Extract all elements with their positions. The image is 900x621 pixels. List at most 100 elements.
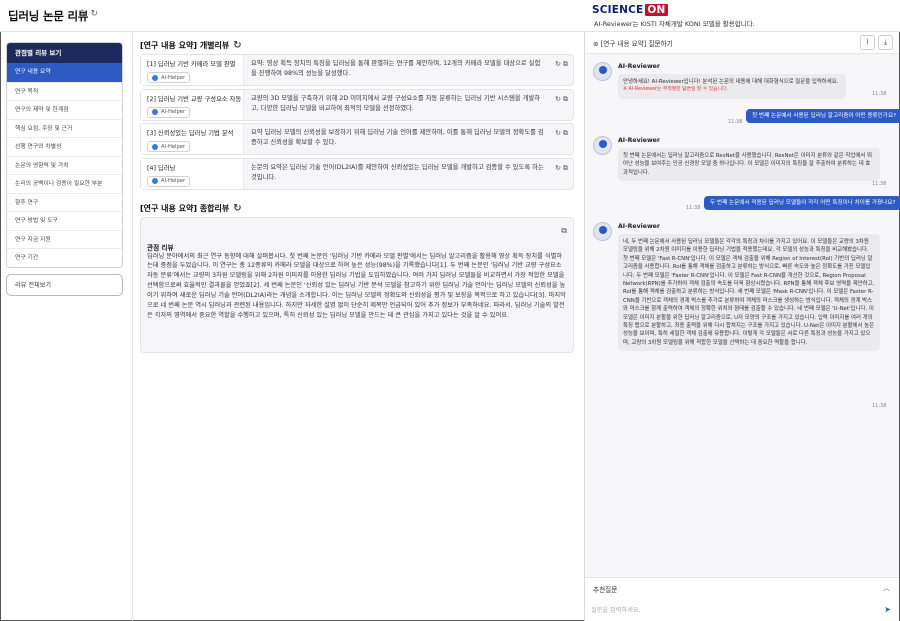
all-reviews-button[interactable]: 리뷰 전체보기 bbox=[6, 273, 123, 296]
review-card-source: [1] 딥러닝 기반 카메라 모델 판별 AI-Helper bbox=[141, 55, 244, 85]
sidebar-item-logic-gaps[interactable]: 논리의 공백이나 검증이 필요한 부분 bbox=[7, 174, 122, 193]
sidebar-item-purpose[interactable]: 연구 목적 bbox=[7, 81, 122, 101]
ai-helper-button[interactable]: AI-Helper bbox=[147, 72, 191, 83]
refresh-icon[interactable]: ↻ bbox=[233, 203, 241, 214]
sidebar-item-period[interactable]: 연구 기간 bbox=[7, 248, 122, 267]
copy-icon[interactable]: ⧉ bbox=[563, 60, 568, 68]
review-panel: [연구 내용 요약] 개별리뷰 ↻ [1] 딥러닝 기반 카메라 모델 판별 AI… bbox=[140, 40, 574, 353]
combined-review-title-text: [연구 내용 요약] 종합리뷰 bbox=[140, 203, 230, 213]
bot-message: 첫 번째 논문에서는 딥러닝 알고리즘으로 ResNet을 사용했습니다. Re… bbox=[618, 148, 880, 182]
top-header: 딥러닝 논문 리뷰 ✎ ↻ SCIENCE ON AI-Reviewer는 KIST… bbox=[0, 0, 900, 32]
ai-helper-icon bbox=[152, 74, 158, 81]
copy-icon[interactable]: ⧉ bbox=[563, 95, 568, 103]
sidebar-item-funding[interactable]: 연구 자금 지원 bbox=[7, 229, 122, 249]
sidebar-heading: 관점별 리뷰 보기 bbox=[7, 43, 122, 63]
brand-logo: SCIENCE ON bbox=[592, 4, 668, 16]
message-time: 11:38 bbox=[728, 119, 743, 125]
message-time: 11:38 bbox=[872, 91, 887, 97]
combined-review-text: 딥러닝 분야에서의 최근 연구 동향에 대해 살펴봅시다. 첫 번째 논문인 '… bbox=[147, 252, 566, 319]
review-card: [2] 딥러닝 기반 교량 구성요소 자동 분류 AI-Helper 교량의 3… bbox=[140, 88, 574, 121]
chat-title-text: [연구 내용 요약] 질문하기 bbox=[600, 40, 673, 48]
bot-name: AI-Reviewer bbox=[618, 223, 660, 230]
recommended-questions-toggle[interactable]: 추천질문 bbox=[593, 584, 617, 594]
broom-icon[interactable]: ⌇ bbox=[860, 35, 875, 50]
sidebar-item-differentiation[interactable]: 선행 연구와 차별성 bbox=[7, 137, 122, 156]
bot-avatar bbox=[593, 62, 612, 81]
bot-avatar bbox=[593, 136, 612, 155]
bot-message-text: 안녕하세요! AI-Reviewer입니다! 분석된 논문의 내용에 대해 대화… bbox=[623, 79, 839, 85]
ai-helper-icon bbox=[152, 143, 158, 150]
chat-footer: 추천질문 ︿ ➤ bbox=[585, 577, 899, 621]
perspective-menu: 관점별 리뷰 보기 연구 내용 요약 연구 목적 연구의 제약 및 한계점 핵심… bbox=[6, 42, 123, 268]
ai-helper-label: AI-Helper bbox=[161, 109, 186, 115]
chat-panel: ⊛ [연구 내용 요약] 질문하기 ⌇ ⤓ AI-Reviewer 안녕하세요! … bbox=[585, 32, 900, 621]
review-card-actions: ↻ ⧉ bbox=[553, 129, 568, 138]
sidebar-item-future-work[interactable]: 향후 연구 bbox=[7, 192, 122, 212]
edit-icon[interactable]: ✎ bbox=[80, 9, 88, 19]
refresh-icon[interactable]: ↻ bbox=[233, 40, 241, 51]
page-title: 딥러닝 논문 리뷰 bbox=[8, 9, 89, 23]
copy-icon[interactable]: ⧉ bbox=[561, 226, 567, 236]
sidebar-item-impact[interactable]: 논문의 영향력 및 가치 bbox=[7, 155, 122, 175]
chat-messages: AI-Reviewer 안녕하세요! AI-Reviewer입니다! 분석된 논… bbox=[585, 54, 900, 577]
ai-helper-label: AI-Helper bbox=[161, 143, 186, 150]
bot-message-text: 네, 두 번째 논문에서 사용된 딥러닝 모델들은 각각의 특징과 차이를 가지… bbox=[623, 239, 875, 346]
refresh-icon[interactable]: ↻ bbox=[555, 164, 561, 172]
send-icon[interactable]: ➤ bbox=[884, 605, 891, 614]
ai-helper-button[interactable]: AI-Helper bbox=[147, 106, 191, 118]
refresh-icon[interactable]: ↻ bbox=[555, 129, 561, 137]
copy-icon[interactable]: ⧉ bbox=[563, 164, 568, 172]
bot-message-text: 첫 번째 논문에서는 딥러닝 알고리즘으로 ResNet을 사용했습니다. Re… bbox=[623, 153, 872, 176]
bot-avatar bbox=[593, 222, 612, 241]
chat-title: ⊛ [연구 내용 요약] 질문하기 bbox=[593, 38, 673, 48]
review-card: [3] 신뢰성있는 딥러닝 기법 분석 AI-Helper 요약 딥러닝 모델의… bbox=[140, 123, 574, 155]
ai-helper-label: AI-Helper bbox=[161, 74, 186, 81]
ai-helper-button[interactable]: AI-Helper bbox=[147, 141, 191, 152]
brand-science-text: SCIENCE bbox=[592, 4, 644, 16]
review-card-actions: ↻ ⧉ bbox=[553, 60, 568, 69]
review-card-title: [4] 딥러닝 bbox=[147, 164, 176, 172]
ai-helper-icon bbox=[152, 178, 158, 184]
ai-helper-icon bbox=[152, 109, 158, 115]
copy-icon[interactable]: ⧉ bbox=[563, 129, 568, 137]
bot-message: 네, 두 번째 논문에서 사용된 딥러닝 모델들은 각각의 특징과 차이를 가지… bbox=[618, 234, 880, 352]
bot-name: AI-Reviewer bbox=[618, 63, 660, 70]
chevron-up-icon[interactable]: ︿ bbox=[883, 583, 890, 593]
review-card-title: [1] 딥러닝 기반 카메라 모델 판별 bbox=[147, 61, 236, 68]
robot-icon: ⊛ bbox=[593, 40, 601, 48]
message-time: 11:38 bbox=[872, 181, 887, 187]
combined-review-title: [연구 내용 요약] 종합리뷰 ↻ bbox=[140, 203, 574, 217]
refresh-icon[interactable]: ↻ bbox=[555, 60, 561, 68]
review-card-text: 요약 딥러닝 모델의 신뢰성을 보장하기 위해 딥러닝 기술 언어를 제안하며,… bbox=[251, 129, 544, 146]
review-card: [4] 딥러닝 AI-Helper 논문의 요약은 딥러닝 기술 언어(DL2I… bbox=[140, 157, 574, 190]
refresh-icon[interactable]: ↻ bbox=[555, 95, 561, 103]
user-message: 두 번째 논문에서 적용된 딥러닝 모델들이 각각 어떤 특징이나 차이를 가졌… bbox=[704, 196, 900, 210]
sidebar-item-summary[interactable]: 연구 내용 요약 bbox=[7, 63, 122, 82]
sidebar-item-limitations[interactable]: 연구의 제약 및 한계점 bbox=[7, 100, 122, 119]
download-icon[interactable]: ⤓ bbox=[878, 35, 893, 50]
review-card-title: [2] 딥러닝 기반 교량 구성요소 자동 분류 bbox=[147, 95, 242, 103]
refresh-icon[interactable]: ↻ bbox=[91, 9, 99, 19]
review-card-actions: ↻ ⧉ bbox=[553, 164, 568, 173]
bot-name: AI-Reviewer bbox=[618, 137, 660, 144]
title-actions: ✎ ↻ bbox=[80, 9, 101, 19]
brand-subtitle: AI-Reviewer는 KISTI 자체개발 KONI 모델을 활용합니다. bbox=[594, 20, 755, 28]
user-message: 첫 번째 논문에서 사용된 딥러닝 알고리즘이 어떤 종류인가요? bbox=[746, 109, 900, 123]
individual-review-title-text: [연구 내용 요약] 개별리뷰 bbox=[140, 41, 230, 50]
bot-disclaimer: ※ AI-Reviewer는 부적절한 답변일 할 수 있습니다. bbox=[623, 87, 728, 93]
ai-helper-label: AI-Helper bbox=[161, 178, 186, 184]
chat-header: ⊛ [연구 내용 요약] 질문하기 ⌇ ⤓ bbox=[585, 32, 899, 54]
sidebar-divider bbox=[132, 32, 133, 621]
message-time: 11:38 bbox=[872, 403, 887, 409]
review-card-source: [3] 신뢰성있는 딥러닝 기법 분석 AI-Helper bbox=[141, 124, 244, 154]
message-time: 11:38 bbox=[686, 205, 701, 211]
sidebar-item-methods[interactable]: 연구 방법 및 도구 bbox=[7, 211, 122, 230]
review-card: [1] 딥러닝 기반 카메라 모델 판별 AI-Helper 요약: 영상 획득… bbox=[140, 54, 574, 86]
review-card-title: [3] 신뢰성있는 딥러닝 기법 분석 bbox=[147, 130, 234, 137]
sidebar-item-key-points[interactable]: 핵심 요점, 주장 및 근거 bbox=[7, 118, 122, 138]
question-input[interactable] bbox=[591, 604, 876, 616]
perspective-sidebar: 관점별 리뷰 보기 연구 내용 요약 연구 목적 연구의 제약 및 한계점 핵심… bbox=[6, 42, 123, 296]
review-card-actions: ↻ ⧉ bbox=[553, 95, 568, 104]
review-card-text: 요약: 영상 획득 장치의 특징을 딥러닝을 통해 판별하는 연구를 제안하며,… bbox=[251, 60, 541, 77]
ai-helper-button[interactable]: AI-Helper bbox=[147, 175, 191, 187]
